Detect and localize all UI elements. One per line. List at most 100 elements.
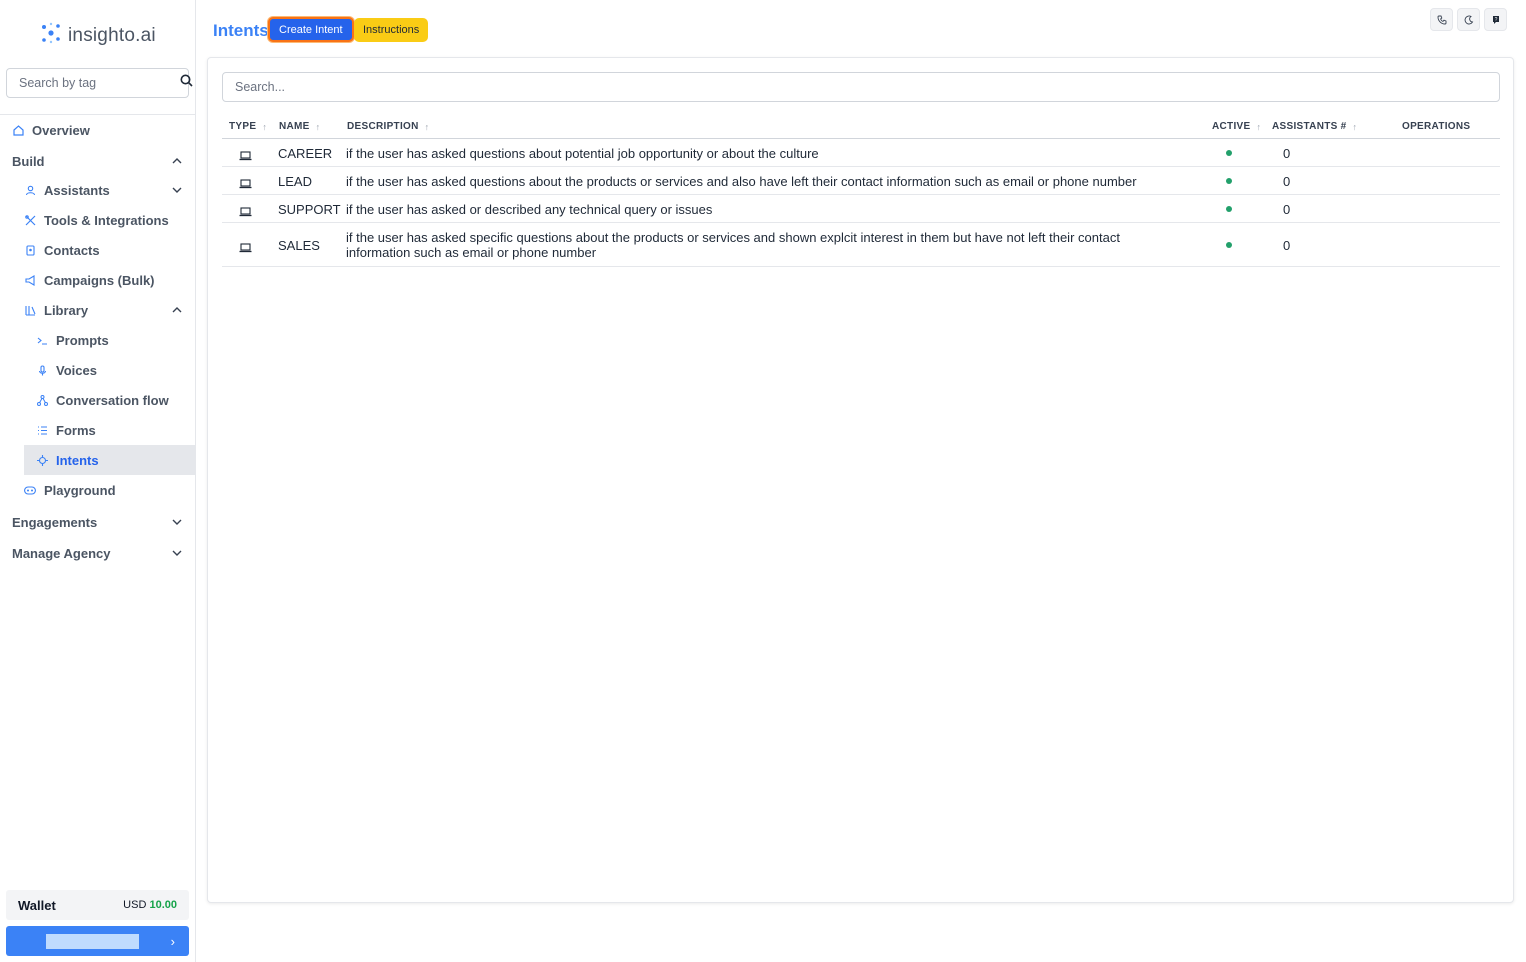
active-status-dot [1226,178,1232,184]
column-name-label: NAME [279,121,310,132]
intent-name: CAREER [278,146,333,161]
intent-name: SALES [278,238,320,253]
section-engagements-label: Engagements [12,514,98,530]
home-icon [12,124,24,136]
nav-tools-integrations[interactable]: Tools & Integrations [24,205,196,235]
nav-library-label: Library [44,302,89,318]
tag-search-box[interactable] [6,68,193,98]
sidebar: insighto.ai Overview Build Assistants To… [0,0,196,962]
nav-intents-label: Intents [56,452,99,468]
section-build[interactable]: Build [0,146,196,176]
chevron-down-icon [172,548,182,558]
column-operations-label: OPERATIONS [1402,121,1471,132]
gamepad-icon [24,484,36,496]
wallet-panel[interactable]: Wallet USD 10.00 [6,890,189,920]
nav-playground[interactable]: Playground [24,475,196,505]
column-header-type[interactable]: TYPE ↑ [229,121,267,132]
nav-voices[interactable]: Voices [36,355,196,385]
logo-text: insighto.ai [68,24,156,46]
list-icon [36,424,48,436]
nav-prompts[interactable]: Prompts [36,325,196,355]
column-type-label: TYPE [229,121,257,132]
create-intent-button[interactable]: Create Intent [268,17,354,42]
intents-card: TYPE ↑ NAME ↑ DESCRIPTION ↑ ACTIVE ↑ ASSISTA… [207,57,1514,903]
nav-campaigns-label: Campaigns (Bulk) [44,272,155,288]
chevron-up-icon [172,156,182,166]
search-icon[interactable] [180,74,193,92]
nav-campaigns[interactable]: Campaigns (Bulk) [24,265,196,295]
wallet-label: Wallet [18,897,56,913]
laptop-icon [239,148,252,161]
section-manage-agency-label: Manage Agency [12,545,111,561]
table-search-input[interactable] [222,72,1500,102]
sort-arrow-icon[interactable]: ↑ [1353,122,1358,132]
phone-icon[interactable] [1430,8,1453,31]
top-toolbar: ? [1430,8,1507,31]
contacts-icon [24,244,36,256]
intent-description: if the user has asked or described any t… [346,202,713,217]
nav-overview[interactable]: Overview [12,115,196,145]
chevron-down-icon [172,185,182,195]
section-manage-agency[interactable]: Manage Agency [0,538,196,568]
instructions-button[interactable]: Instructions [354,18,429,42]
table-row[interactable]: SUPPORT if the user has asked or describ… [222,195,1500,223]
chevron-right-icon: › [170,933,175,949]
intent-description: if the user has asked questions about po… [346,146,819,161]
wallet-currency: USD [123,899,147,911]
sort-arrow-icon[interactable]: ↑ [1256,122,1261,132]
nav-contacts[interactable]: Contacts [24,235,196,265]
moon-icon[interactable] [1457,8,1480,31]
sort-arrow-icon[interactable]: ↑ [262,122,267,132]
laptop-icon [239,204,252,217]
megaphone-icon [24,274,36,286]
user-name-redacted [46,933,139,949]
column-description-label: DESCRIPTION [347,121,419,132]
column-header-operations: OPERATIONS [1402,121,1470,132]
terminal-icon [36,334,48,346]
active-status-dot [1226,206,1232,212]
intent-description: if the user has asked specific questions… [346,230,1120,260]
table-row[interactable]: LEAD if the user has asked questions abo… [222,167,1500,195]
nav-contacts-label: Contacts [44,242,100,258]
nav-library[interactable]: Library [24,295,196,325]
column-header-active[interactable]: ACTIVE ↑ [1212,121,1261,132]
nav-overview-label: Overview [32,122,90,138]
nav-voices-label: Voices [56,362,97,378]
intent-name: SUPPORT [278,202,341,217]
nav-assistants[interactable]: Assistants [24,175,196,205]
assistants-count: 0 [1283,238,1291,253]
column-header-name[interactable]: NAME ↑ [279,121,320,132]
laptop-icon [239,240,252,253]
tag-search-input[interactable] [19,76,180,90]
nav-forms[interactable]: Forms [36,415,196,445]
sort-arrow-icon[interactable]: ↑ [316,122,321,132]
section-engagements[interactable]: Engagements [0,507,196,537]
wallet-amount: 10.00 [149,899,177,911]
column-header-assistants[interactable]: ASSISTANTS # ↑ [1272,121,1357,132]
table-row[interactable]: SALES if the user has asked specific que… [222,223,1500,267]
help-icon[interactable]: ? [1484,8,1507,31]
nav-intents[interactable]: Intents [24,445,195,475]
active-status-dot [1226,242,1232,248]
flow-icon [36,394,48,406]
assistants-count: 0 [1283,146,1291,161]
nav-tools-label: Tools & Integrations [44,212,169,228]
laptop-icon [239,176,252,189]
user-menu-button[interactable]: › [6,926,189,956]
brand-logo[interactable]: insighto.ai [40,22,156,49]
page-title: Intents [213,21,269,40]
wallet-balance: USD 10.00 [123,899,177,911]
nav-prompts-label: Prompts [56,332,109,348]
library-icon [24,304,36,316]
crosshair-icon [36,454,48,466]
chevron-up-icon [172,305,182,315]
column-header-description[interactable]: DESCRIPTION ↑ [347,121,429,132]
sort-arrow-icon[interactable]: ↑ [425,122,430,132]
nav-conversation-flow[interactable]: Conversation flow [36,385,196,415]
table-row[interactable]: CAREER if the user has asked questions a… [222,139,1500,167]
logo-icon [40,22,62,49]
microphone-icon [36,364,48,376]
nav-playground-label: Playground [44,482,116,498]
column-active-label: ACTIVE [1212,121,1251,132]
active-status-dot [1226,150,1232,156]
